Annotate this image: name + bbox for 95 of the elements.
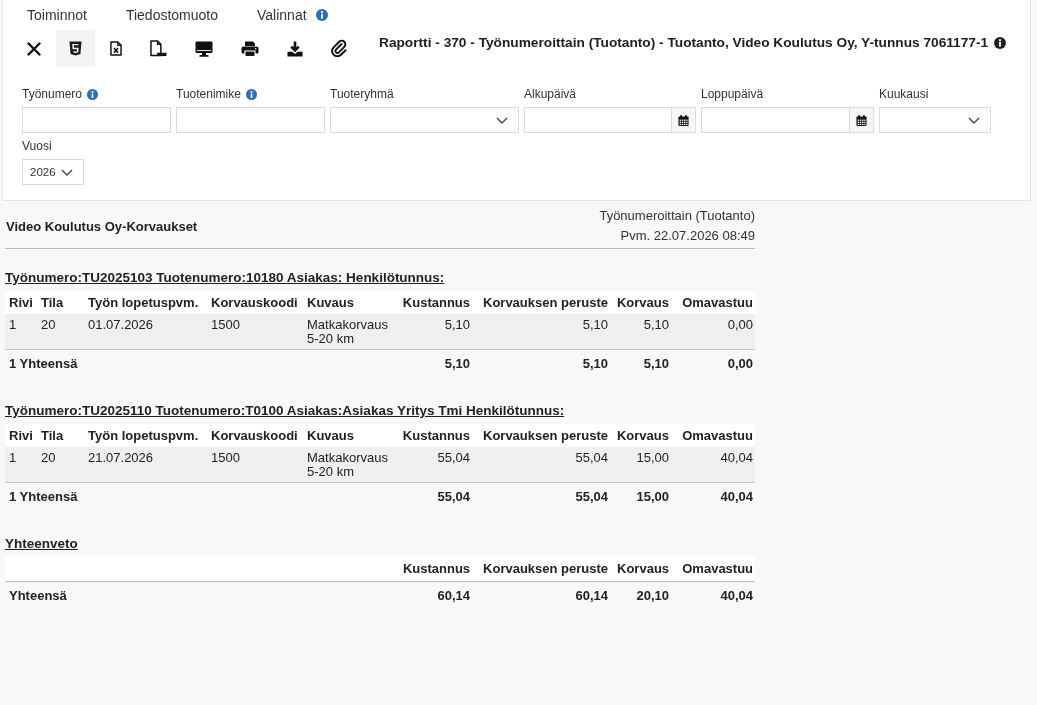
column-header: Tila xyxy=(37,424,84,447)
column-header: Korvaus xyxy=(610,556,672,582)
total-cell: 5,10 xyxy=(610,349,671,376)
column-header: Kustannus xyxy=(395,424,472,447)
table-cell: 1 xyxy=(5,447,37,483)
table-cell: 55,04 xyxy=(472,447,610,483)
column-header: Omavastuu xyxy=(671,556,756,582)
column-header: Kustannus xyxy=(395,556,473,582)
file-x-icon xyxy=(110,41,122,56)
total-cell: 40,04 xyxy=(671,482,755,509)
total-cell: 60,14 xyxy=(395,581,473,608)
total-cell: 55,04 xyxy=(395,482,472,509)
column-header: Korvaus xyxy=(610,291,671,314)
total-cell: 15,00 xyxy=(610,482,671,509)
field-label: Loppupäivä xyxy=(701,87,764,102)
total-cell: 40,04 xyxy=(671,581,756,608)
total-label: 1 Yhteensä xyxy=(5,349,395,376)
table-cell: 5,10 xyxy=(395,314,472,350)
calendar-icon xyxy=(856,114,867,126)
field-label: Tuoteryhmä xyxy=(330,87,394,102)
field-label: Tuotenimike xyxy=(176,87,241,102)
column-header: Korvauksen peruste xyxy=(472,291,610,314)
column-header: Omavastuu xyxy=(671,291,755,314)
total-label: Yhteensä xyxy=(5,581,396,608)
table-cell: 5,10 xyxy=(472,314,610,350)
column-header: Kuvaus xyxy=(303,424,395,447)
field-label: Työnumero xyxy=(22,87,83,102)
total-cell: 5,10 xyxy=(395,349,472,376)
monitor-icon xyxy=(195,40,213,57)
html-button[interactable] xyxy=(56,30,95,67)
column-header: Kuvaus xyxy=(303,291,395,314)
table-cell: 21.07.2026 xyxy=(84,447,207,483)
column-header: Rivi xyxy=(5,424,37,447)
column-header: Työn lopetuspvm. xyxy=(84,424,207,447)
column-header: Työn lopetuspvm. xyxy=(84,291,207,314)
table-cell: 5,10 xyxy=(610,314,671,350)
printer-icon xyxy=(241,40,259,57)
table-cell: 40,04 xyxy=(671,447,755,483)
report-date: Pvm. 22.07.2026 08:49 xyxy=(620,227,755,245)
column-header: Korvauskoodi xyxy=(207,291,303,314)
text-field[interactable] xyxy=(176,107,325,133)
field-label: Kuukausi xyxy=(879,87,929,102)
select-field[interactable] xyxy=(879,107,991,133)
table-cell: 1500 xyxy=(207,314,303,350)
column-header: Korvaus xyxy=(610,424,671,447)
chevron-down-icon xyxy=(968,116,980,124)
total-cell: 5,10 xyxy=(472,349,610,376)
column-header: Korvauksen peruste xyxy=(472,424,610,447)
report-heading: Video Koulutus Oy-Korvaukset xyxy=(6,218,198,234)
column-header: Tila xyxy=(37,291,84,314)
column-header: Kustannus xyxy=(395,291,472,314)
calendar-icon xyxy=(678,114,689,126)
table-cell: 1 xyxy=(5,314,37,350)
group-heading: Työnumero:TU2025103 Tuotenumero:10180 Asiakas: Henkilötunnus: xyxy=(5,270,446,286)
table-cell: 01.07.2026 xyxy=(84,314,207,350)
close-icon xyxy=(27,41,41,56)
column-header: Korvauksen peruste xyxy=(472,556,611,582)
table-cell: 55,04 xyxy=(395,447,472,483)
total-cell: 0,00 xyxy=(671,349,755,376)
group-heading: Työnumero:TU2025110 Tuotenumero:T0100 Asiakas:Asiakas Yritys Tmi Henkilötunnus: xyxy=(5,403,566,419)
table-cell: 15,00 xyxy=(610,447,671,483)
column-header: Korvauskoodi xyxy=(207,424,303,447)
paperclip-icon xyxy=(331,39,347,58)
download-icon xyxy=(287,40,303,57)
field-label: Vuosi xyxy=(22,139,52,154)
table-cell: 20 xyxy=(37,447,84,483)
total-cell: 60,14 xyxy=(472,581,611,608)
summary-heading: Yhteenveto xyxy=(5,536,79,552)
table-cell: Matkakorvaus 5-20 km xyxy=(303,447,395,483)
column-header: Rivi xyxy=(5,291,37,314)
text-field[interactable] xyxy=(22,107,171,133)
menu-item[interactable]: Valinnat xyxy=(257,6,307,24)
table-cell: 20 xyxy=(37,314,84,350)
total-label: 1 Yhteensä xyxy=(5,482,395,509)
table-cell: 1500 xyxy=(207,447,303,483)
document-label-icon xyxy=(150,40,167,57)
menu-item[interactable]: Toiminnot xyxy=(27,6,87,24)
field-label: Alkupäivä xyxy=(524,87,577,102)
date-field[interactable] xyxy=(701,107,874,133)
chevron-down-icon xyxy=(496,116,508,124)
total-cell: 20,10 xyxy=(610,581,672,608)
html5-icon xyxy=(69,41,82,56)
report-subtitle: Työnumeroittain (Tuotanto) xyxy=(599,207,755,225)
chevron-down-icon xyxy=(61,168,73,176)
report-title: Raportti - 370 - Työnumeroittain (Tuotanto) - Tuotanto, Video Koulutus Oy, Y-tunnus 7061177-1 xyxy=(379,35,989,51)
total-cell: 55,04 xyxy=(472,482,610,509)
select-field[interactable] xyxy=(330,107,519,133)
table-cell: Matkakorvaus 5-20 km xyxy=(303,314,395,350)
calendar-button[interactable] xyxy=(671,108,695,132)
select-field[interactable]: 2026 xyxy=(22,159,84,185)
calendar-button[interactable] xyxy=(849,108,873,132)
menu-item[interactable]: Tiedostomuoto xyxy=(125,6,218,24)
date-field[interactable] xyxy=(524,107,696,133)
column-header: Omavastuu xyxy=(671,424,755,447)
table-cell: 0,00 xyxy=(671,314,755,350)
